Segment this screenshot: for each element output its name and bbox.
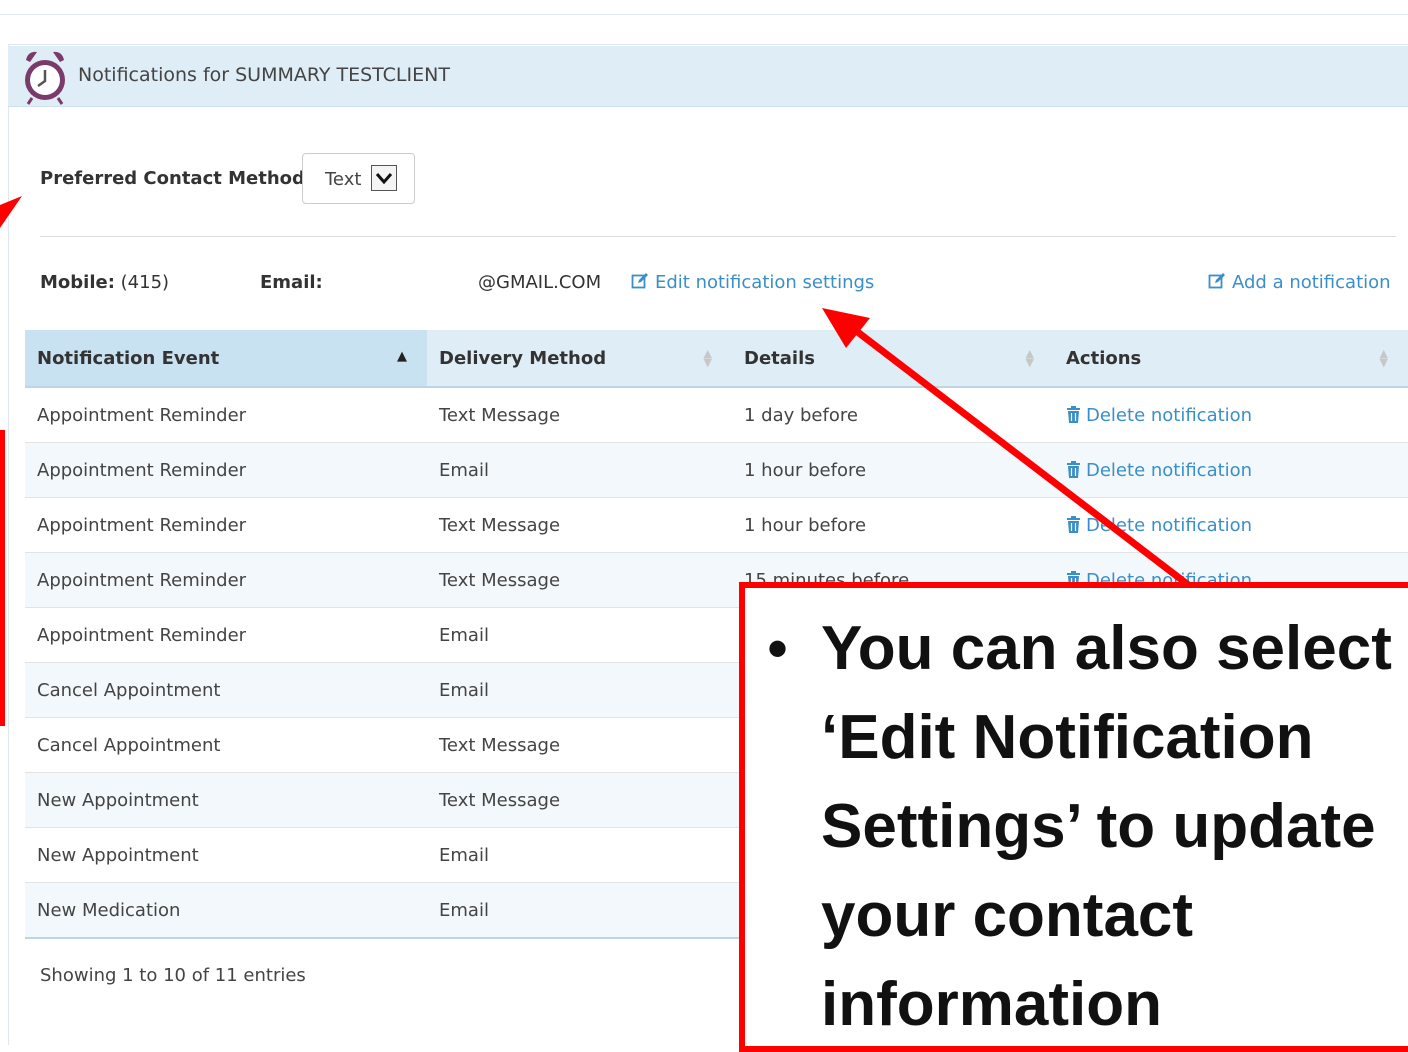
- table-header-row: Notification Event ▲ Delivery Method ▲ ▼ De…: [25, 330, 1408, 388]
- cell-notification-event: Appointment Reminder: [25, 497, 427, 553]
- delete-notification-label: Delete notification: [1086, 514, 1253, 536]
- email-value: @GMAIL.COM: [478, 272, 602, 293]
- delete-notification-label: Delete notification: [1086, 404, 1253, 426]
- cell-notification-event: Cancel Appointment: [25, 717, 427, 773]
- column-header-label: Notification Event: [37, 347, 220, 369]
- trash-icon: [1067, 515, 1080, 533]
- edit-notification-settings-link[interactable]: Edit notification settings: [631, 272, 874, 293]
- chevron-down-icon[interactable]: [371, 165, 397, 191]
- column-header-label: Actions: [1066, 347, 1142, 369]
- cell-delivery-method: Text Message: [427, 387, 732, 443]
- mobile-label: Mobile:: [40, 272, 115, 293]
- delete-notification-link[interactable]: Delete notification: [1066, 460, 1252, 481]
- trash-icon: [1067, 405, 1080, 423]
- add-notification-link[interactable]: Add a notification: [1208, 272, 1391, 293]
- delete-notification-link[interactable]: Delete notification: [1066, 515, 1252, 536]
- cell-details: 1 hour before: [732, 442, 1054, 498]
- cell-notification-event: New Medication: [25, 882, 427, 939]
- top-divider: [0, 0, 1408, 15]
- cell-details: 1 hour before: [732, 497, 1054, 553]
- edit-notification-settings-label: Edit notification settings: [655, 272, 875, 293]
- cell-notification-event: Appointment Reminder: [25, 607, 427, 663]
- table-row: Appointment Reminder Text Message 1 day be…: [25, 387, 1408, 443]
- callout-text: You can also select ‘Edit Notification S…: [821, 614, 1392, 1039]
- sort-icon: ▲ ▼: [1379, 347, 1388, 369]
- column-header-label: Delivery Method: [439, 347, 607, 369]
- cell-delivery-method: Email: [427, 662, 732, 718]
- cell-delivery-method: Text Message: [427, 497, 732, 553]
- mobile-info: Mobile: (415): [40, 272, 169, 293]
- table-row: Appointment Reminder Text Message 1 hour b…: [25, 497, 1408, 553]
- email-label: Email:: [260, 272, 323, 293]
- table-row: Appointment Reminder Email 1 hour before De…: [25, 442, 1408, 498]
- cell-delivery-method: Text Message: [427, 772, 732, 828]
- cell-notification-event: Appointment Reminder: [25, 552, 427, 608]
- add-notification-label: Add a notification: [1232, 272, 1391, 293]
- cell-details: 1 day before: [732, 387, 1054, 443]
- sort-icon: ▲ ▼: [1025, 347, 1034, 369]
- sort-ascending-icon: ▲: [397, 349, 407, 364]
- column-header-label: Details: [744, 347, 815, 369]
- column-header-delivery-method[interactable]: Delivery Method ▲ ▼: [427, 330, 732, 388]
- edit-icon: [631, 273, 648, 289]
- cell-delivery-method: Email: [427, 442, 732, 498]
- table-entries-info: Showing 1 to 10 of 11 entries: [40, 965, 306, 986]
- cell-notification-event: New Appointment: [25, 772, 427, 828]
- cell-notification-event: Appointment Reminder: [25, 442, 427, 498]
- cell-notification-event: Cancel Appointment: [25, 662, 427, 718]
- sort-icon: ▲ ▼: [703, 347, 712, 369]
- preferred-contact-value: Text: [325, 169, 362, 190]
- annotation-bar: [0, 430, 5, 726]
- section-divider: [40, 236, 1396, 237]
- preferred-contact-label: Preferred Contact Method: [40, 168, 305, 189]
- cell-delivery-method: Email: [427, 882, 732, 939]
- delete-notification-label: Delete notification: [1086, 459, 1253, 481]
- column-header-notification-event[interactable]: Notification Event ▲: [25, 330, 427, 388]
- cell-notification-event: Appointment Reminder: [25, 387, 427, 443]
- mobile-value: (415): [120, 272, 170, 293]
- cell-notification-event: New Appointment: [25, 827, 427, 883]
- cell-actions: Delete notification: [1054, 442, 1408, 498]
- column-header-details[interactable]: Details ▲ ▼: [732, 330, 1054, 388]
- cell-delivery-method: Email: [427, 607, 732, 663]
- cell-actions: Delete notification: [1054, 497, 1408, 553]
- cell-delivery-method: Email: [427, 827, 732, 883]
- column-header-actions[interactable]: Actions ▲ ▼: [1054, 330, 1408, 388]
- edit-icon: [1208, 273, 1225, 289]
- cell-actions: Delete notification: [1054, 387, 1408, 443]
- cell-delivery-method: Text Message: [427, 552, 732, 608]
- trash-icon: [1067, 460, 1080, 478]
- callout-bullet: •: [767, 615, 789, 682]
- panel-title: Notifications for SUMMARY TESTCLIENT: [78, 64, 450, 86]
- cell-delivery-method: Text Message: [427, 717, 732, 773]
- alarm-clock-icon: [25, 51, 65, 105]
- preferred-contact-select[interactable]: Text: [302, 153, 415, 204]
- annotation-callout: • You can also select ‘Edit Notification…: [739, 582, 1408, 1052]
- delete-notification-link[interactable]: Delete notification: [1066, 405, 1252, 426]
